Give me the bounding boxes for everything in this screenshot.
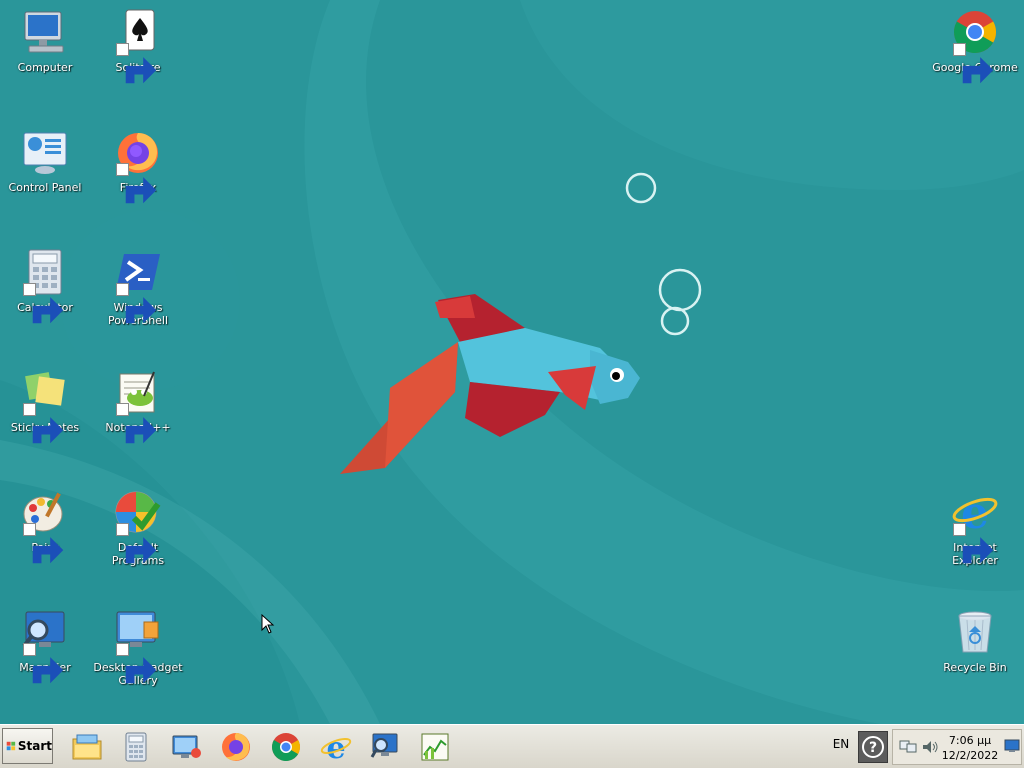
taskbar-firefox[interactable] [218,729,254,765]
shortcut-arrow-icon [116,283,157,324]
clock-time[interactable]: 7:06 μμ [935,734,1005,747]
recycle-bin-icon [958,611,992,653]
internet-explorer-icon: e [320,731,352,763]
desktop[interactable]: Computer Control Panel Calculator [0,0,1024,724]
shortcut-arrow-icon [23,403,64,444]
desktop-icon-label: Computer [17,61,73,74]
taskbar-file-explorer[interactable] [69,729,105,765]
desktop-icon-internet-explorer[interactable]: e Internet Explorer [929,488,1021,567]
remote-desktop-icon [172,735,201,758]
desktop-icon-control-panel[interactable]: Control Panel [0,128,91,194]
taskbar-chrome[interactable] [268,729,304,765]
network-icon[interactable] [899,739,917,755]
language-indicator[interactable]: EN [826,737,856,751]
system-tray: 7:06 μμ 12/2/2022 [892,729,1022,765]
help-icon: ? [862,736,884,758]
clock-date[interactable]: 12/2/2022 [935,749,1005,762]
taskbar-magnifier[interactable] [367,729,403,765]
desktop-icon-magnifier[interactable]: Magnifier [0,608,91,684]
desktop-icon-notepadpp[interactable]: Notepad++ [92,368,184,444]
desktop-icon-computer[interactable]: Computer [0,8,91,74]
chrome-icon [272,733,300,761]
desktop-icon-calculator[interactable]: Calculator [0,248,91,324]
svg-text:e: e [326,731,345,763]
desktop-icon-recycle-bin[interactable]: Recycle Bin [929,608,1021,674]
shortcut-arrow-icon [116,163,157,204]
start-label: Start [17,739,52,753]
shortcut-arrow-icon [953,43,994,84]
show-desktop-icon[interactable] [1004,739,1020,753]
chart-app-icon [421,733,449,761]
shortcut-arrow-icon [116,523,157,564]
magnifier-icon [370,733,398,758]
shortcut-arrow-icon [23,283,64,324]
desktop-icon-label: Recycle Bin [943,661,1007,674]
calculator-icon [125,732,147,762]
taskbar-remote-desktop[interactable] [168,729,204,765]
firefox-icon [222,733,250,761]
desktop-icon-default-programs[interactable]: Default Programs [92,488,184,567]
desktop-icon-firefox[interactable]: Firefox [92,128,184,204]
windows-logo-icon [6,741,16,751]
desktop-icon-gadget-gallery[interactable]: Desktop Gadget Gallery [92,608,184,687]
taskbar-calculator[interactable] [118,729,154,765]
shortcut-arrow-icon [116,643,157,684]
desktop-icon-label: Control Panel [8,181,82,194]
help-button[interactable]: ? [858,731,888,763]
start-button[interactable]: Start [2,728,53,764]
desktop-icon-sticky-notes[interactable]: Sticky Notes [0,368,91,444]
shortcut-arrow-icon [116,43,157,84]
shortcut-arrow-icon [116,403,157,444]
svg-text:?: ? [869,740,877,756]
taskbar-chart-app[interactable] [417,729,453,765]
desktop-icon-powershell[interactable]: Windows PowerShell [92,248,184,327]
computer-icon [24,11,64,53]
taskbar-internet-explorer[interactable]: e [318,729,354,765]
file-explorer-icon [72,734,102,760]
shortcut-arrow-icon [953,523,994,564]
desktop-icon-paint[interactable]: Paint [0,488,91,564]
shortcut-arrow-icon [23,523,64,564]
desktop-icon-solitaire[interactable]: Solitaire [92,8,184,84]
shortcut-arrow-icon [23,643,64,684]
mouse-cursor-icon [261,614,275,634]
control-panel-icon [23,132,67,174]
taskbar: Start e EN ? 7:06 μμ 12/2/2022 [0,724,1024,768]
desktop-icon-chrome[interactable]: Google Chrome [929,8,1021,84]
